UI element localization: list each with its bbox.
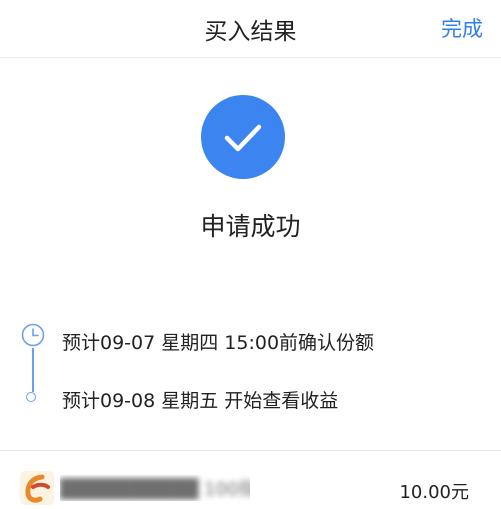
fund-amount: 10.00元 [399,482,469,503]
fund-row: ██████████ 100指数 10.00元 [0,451,501,509]
clock-icon [21,323,45,347]
fund-name: ██████████ 100指数 [60,479,250,500]
timeline-step-confirm: 预计09-07 星期四 15:00前确认份额 [62,332,375,354]
fund-name-container: ██████████ 100指数 [60,475,250,501]
timeline-connector [32,348,34,392]
checkmark-icon [224,124,262,152]
done-button[interactable]: 完成 [441,13,483,43]
timeline-step-earnings: 预计09-08 星期五 开始查看收益 [62,390,339,412]
nav-header: 买入结果 完成 [0,0,501,58]
dot-icon [26,392,36,402]
status-text: 申请成功 [200,212,301,241]
page-title: 买入结果 [204,19,297,45]
success-badge [201,95,285,179]
fund-company-logo [20,471,54,505]
